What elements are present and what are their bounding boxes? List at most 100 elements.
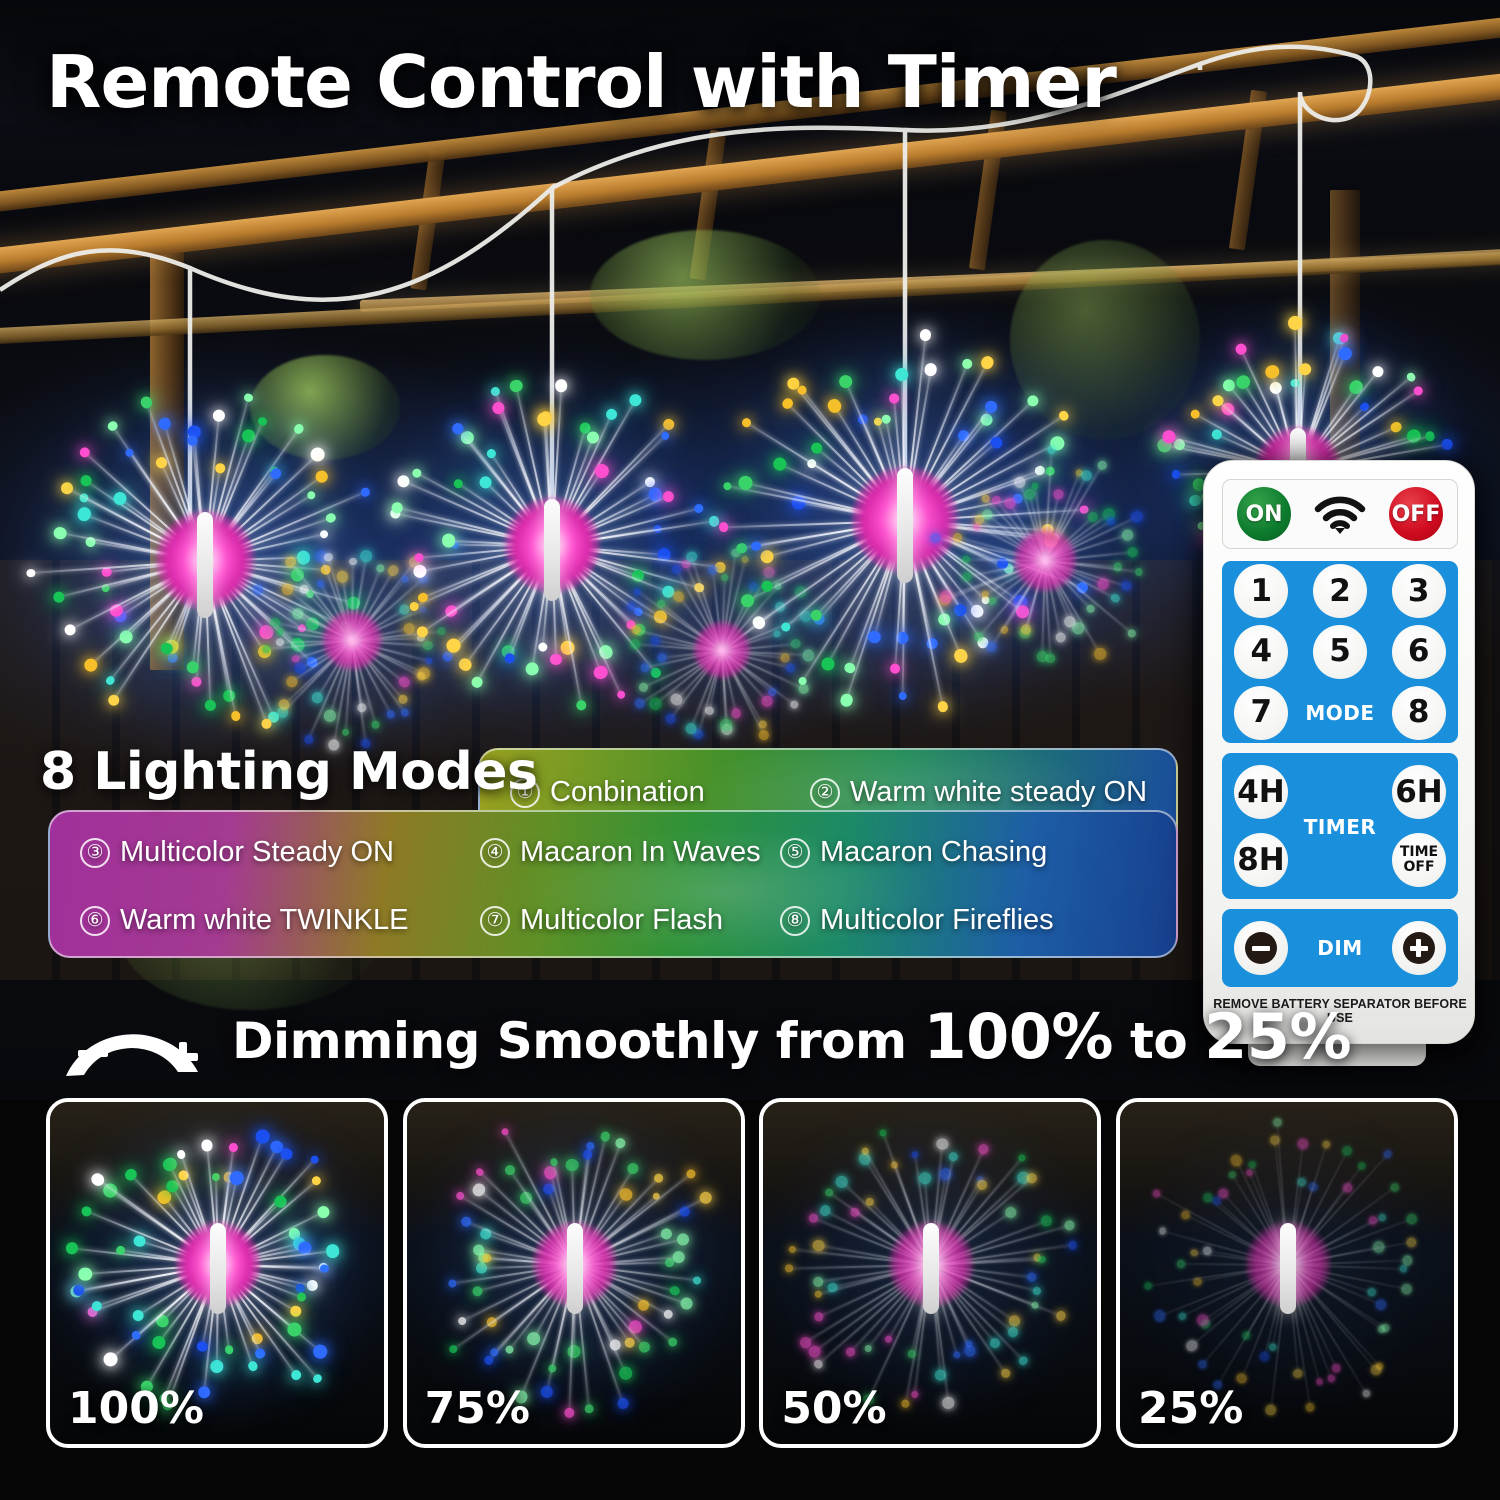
key-4[interactable]: 4: [1234, 624, 1289, 679]
key-8[interactable]: 8: [1391, 685, 1446, 740]
mode-label-2: Warm white steady ON: [850, 776, 1148, 808]
mode-item-7: ⑦ Multicolor Flash: [480, 904, 780, 937]
key-5[interactable]: 5: [1312, 624, 1367, 679]
led-tip: [1273, 1118, 1282, 1127]
mode-label-1: Conbination: [550, 776, 705, 808]
brightness-up-icon[interactable]: [1391, 921, 1446, 975]
led-tip: [898, 692, 907, 701]
timer-key-8h[interactable]: 8H: [1234, 833, 1288, 887]
dimming-section: Dimming Smoothly from 100% to 25%: [46, 996, 1352, 1082]
led-tip: [475, 1262, 488, 1274]
led-tip: [567, 1344, 581, 1358]
light-core: [1013, 528, 1077, 592]
dimming-from: 100%: [923, 1000, 1114, 1073]
mode-label-3: Multicolor Steady ON: [120, 836, 394, 868]
mode-number-7: ⑦: [480, 905, 510, 936]
mode-item-1: ① Conbination: [510, 776, 810, 809]
key-3[interactable]: 3: [1391, 564, 1446, 619]
on-button[interactable]: ON: [1237, 487, 1291, 541]
modes-row-1: ① Conbination ② Warm white steady ON: [480, 776, 1176, 809]
thumbnail-50: 50%: [759, 1098, 1102, 1448]
led-tip: [962, 555, 970, 563]
minus-icon: [78, 1050, 108, 1057]
dim-section: DIM: [1222, 909, 1458, 987]
light-stem: [897, 468, 913, 583]
mode-item-2: ② Warm white steady ON: [810, 776, 1147, 809]
plus-icon: [168, 1042, 198, 1072]
mode-keypad: 1 2 3 4 5 6 7 MODE 8: [1222, 561, 1458, 743]
led-tip: [1134, 567, 1144, 577]
key-1[interactable]: 1: [1234, 564, 1289, 619]
dimming-prefix: Dimming Smoothly from: [232, 1012, 907, 1070]
mode-item-3: ③ Multicolor Steady ON: [80, 836, 480, 869]
key-6[interactable]: 6: [1391, 624, 1446, 679]
led-tip: [1293, 1368, 1303, 1379]
led-tip: [191, 676, 202, 687]
power-row: ON OFF: [1222, 479, 1458, 549]
light-stem: [1279, 1223, 1296, 1314]
off-button[interactable]: OFF: [1389, 487, 1443, 541]
mode-item-6: ⑥ Warm white TWINKLE: [80, 904, 480, 937]
mode-number-5: ⑤: [780, 837, 810, 868]
thumbnail-25: 25%: [1115, 1098, 1458, 1448]
led-tip: [895, 368, 909, 382]
thumbnail-label-75: 75%: [424, 1383, 530, 1434]
time-off-line-1: TIME: [1399, 844, 1439, 861]
mode-label-5: Macaron Chasing: [820, 836, 1048, 868]
led-tip: [349, 557, 357, 566]
modes-row-2: ③ Multicolor Steady ON ④ Macaron In Wave…: [50, 836, 1176, 869]
time-off-line-2: OFF: [1403, 859, 1435, 875]
light-core: [321, 609, 383, 671]
led-tip: [692, 1276, 701, 1285]
timer-key-time-off[interactable]: TIME OFF: [1392, 833, 1446, 887]
key-7[interactable]: 7: [1234, 685, 1289, 740]
thumbnail-100: 100%: [46, 1098, 388, 1448]
minus-glyph: [1245, 932, 1277, 964]
led-tip: [276, 638, 284, 647]
led-tip: [210, 1359, 224, 1373]
mode-number-6: ⑥: [80, 905, 110, 936]
mode-number-8: ⑧: [780, 905, 810, 936]
mode-item-8: ⑧ Multicolor Fireflies: [780, 904, 1054, 937]
led-tip: [1177, 1259, 1186, 1269]
light-stem: [197, 512, 213, 618]
modes-row-3: ⑥ Warm white TWINKLE ⑦ Multicolor Flash …: [50, 904, 1176, 937]
modes-heading: 8 Lighting Modes: [40, 742, 538, 802]
led-tip: [563, 1407, 575, 1418]
light-stem: [210, 1223, 226, 1314]
led-tip: [549, 653, 563, 666]
mode-label-8: Multicolor Fireflies: [820, 904, 1054, 936]
modes-panel: ③ Multicolor Steady ON ④ Macaron In Wave…: [48, 810, 1178, 958]
light-stem: [566, 1223, 583, 1314]
timer-section: 4H 6H TIMER 8H TIME OFF: [1222, 753, 1458, 899]
key-2[interactable]: 2: [1312, 564, 1367, 619]
brightness-thumbnail-row: 100% 75% 50% 25%: [46, 1098, 1458, 1458]
thumbnail-label-50: 50%: [781, 1383, 887, 1434]
remote-control[interactable]: ON OFF 1 2 3 4 5 6 7 MODE 8 4H 6H TIMER …: [1203, 460, 1475, 1044]
dim-label: DIM: [1317, 936, 1363, 960]
dimming-headline: Dimming Smoothly from 100% to 25%: [232, 1000, 1352, 1073]
dimming-joiner: to: [1129, 1012, 1188, 1070]
led-tip: [583, 1403, 594, 1414]
led-tip: [1402, 1255, 1413, 1266]
timer-key-4h[interactable]: 4H: [1234, 765, 1288, 819]
mode-number-3: ③: [80, 837, 110, 868]
thumbnail-75: 75%: [402, 1098, 745, 1448]
brightness-down-icon[interactable]: [1234, 921, 1288, 975]
mode-label-7: Multicolor Flash: [520, 904, 724, 936]
plus-glyph: [1402, 932, 1435, 964]
mode-item-4: ④ Macaron In Waves: [480, 836, 780, 869]
wifi-signal-icon: [1313, 492, 1367, 536]
timer-key-6h[interactable]: 6H: [1392, 765, 1446, 819]
led-tip: [1305, 1403, 1315, 1412]
mode-number-4: ④: [480, 837, 510, 868]
thumbnail-label-100: 100%: [68, 1383, 204, 1434]
page-title: Remote Control with Timer: [46, 40, 1117, 124]
thumbnail-label-25: 25%: [1137, 1383, 1244, 1434]
mode-item-5: ⑤ Macaron Chasing: [780, 836, 1047, 869]
light-stem: [923, 1223, 940, 1314]
mode-label-6: Warm white TWINKLE: [120, 904, 409, 936]
led-tip: [890, 663, 901, 674]
light-stem: [544, 498, 560, 602]
mode-label-4: Macaron In Waves: [520, 836, 761, 868]
